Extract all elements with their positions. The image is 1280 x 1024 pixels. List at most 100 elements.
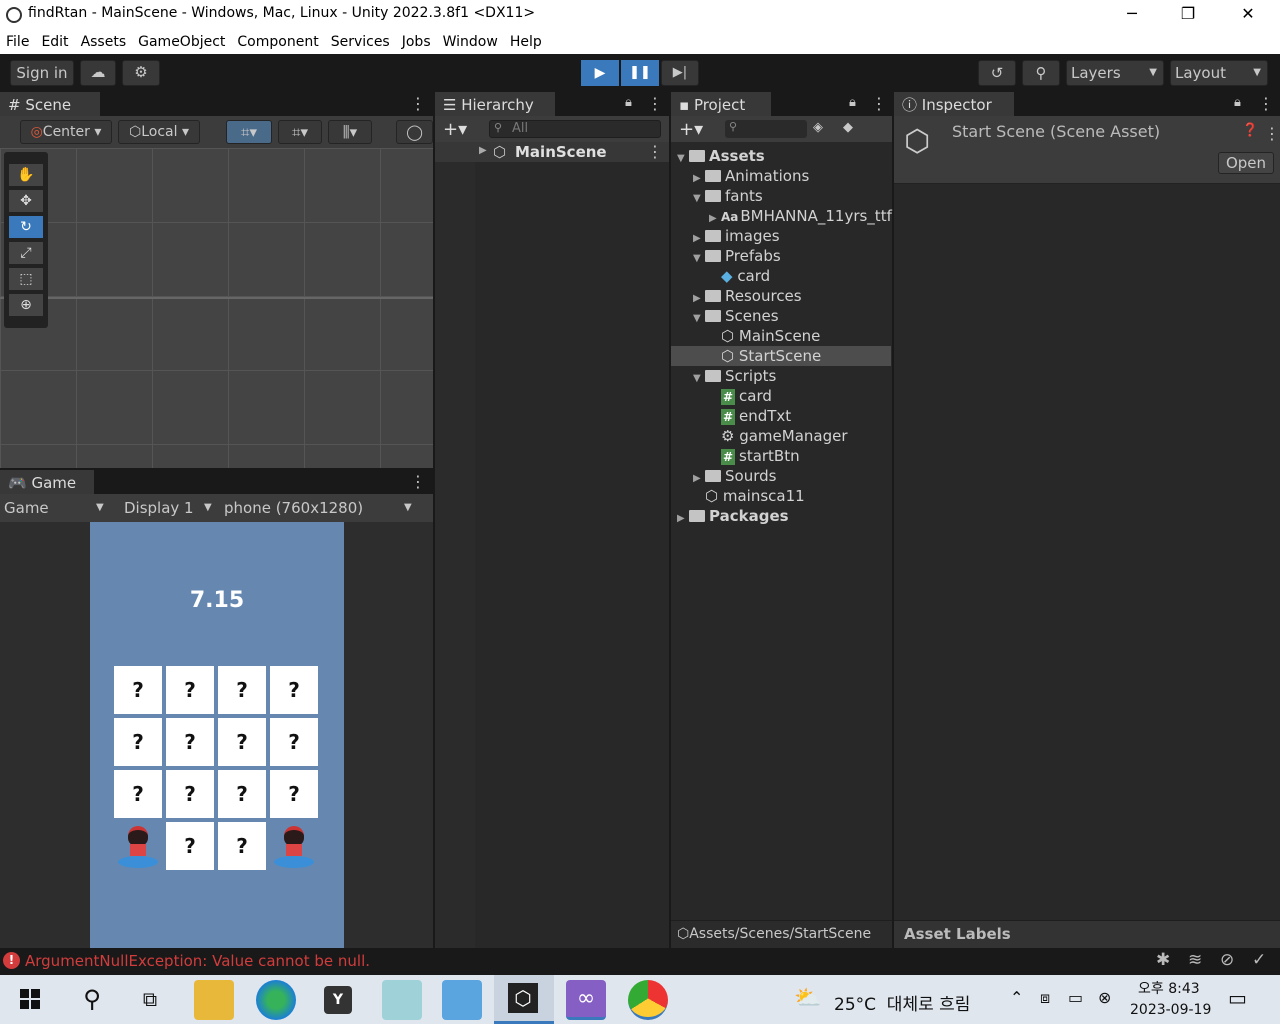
project-item[interactable]: ▼ Assets <box>671 146 891 166</box>
move-tool-icon[interactable]: ✥ <box>9 190 43 212</box>
memory-card[interactable]: ? <box>114 718 162 766</box>
project-item[interactable]: ⚙ gameManager <box>671 426 891 446</box>
project-search-input[interactable]: ⚲ <box>725 120 807 138</box>
memory-card[interactable]: ? <box>114 770 162 818</box>
network-icon[interactable]: ▭ <box>1068 988 1083 1007</box>
more-options-icon[interactable]: ⋮ <box>1264 126 1280 142</box>
display-dropdown[interactable]: Display 1 ▼ <box>124 498 216 518</box>
tab-scene[interactable]: # Scene <box>0 92 100 116</box>
project-item[interactable]: # endTxt <box>671 406 891 426</box>
menu-item-file[interactable]: File <box>0 30 35 54</box>
tab-project[interactable]: ▪ Project <box>671 92 771 116</box>
chrome-icon[interactable] <box>628 980 668 1020</box>
scene-viewport[interactable] <box>0 148 433 468</box>
search-icon[interactable]: ⚲ <box>1022 60 1060 86</box>
memory-card[interactable]: ? <box>270 666 318 714</box>
lock-icon[interactable]: 🔒︎ <box>625 95 632 110</box>
grid-snap-button[interactable]: ⌗▾ <box>226 120 272 144</box>
memory-card[interactable]: ? <box>166 666 214 714</box>
project-item[interactable]: ⬡ StartScene <box>671 346 891 366</box>
menu-item-gameobject[interactable]: GameObject <box>132 30 231 54</box>
project-item[interactable]: ▼ fants <box>671 186 891 206</box>
weather-text[interactable]: 25°C 대체로 흐림 <box>834 990 970 1015</box>
check-icon[interactable]: ✓ <box>1252 950 1266 970</box>
hand-tool-icon[interactable]: ✋ <box>9 164 43 186</box>
clock-date[interactable]: 2023-09-19 <box>1130 1002 1211 1018</box>
tab-hierarchy[interactable]: ☰ Hierarchy <box>435 92 555 116</box>
menu-item-window[interactable]: Window <box>437 30 504 54</box>
memory-card[interactable]: ? <box>166 770 214 818</box>
rotate-tool-icon[interactable]: ↻ <box>9 216 43 238</box>
grid-visibility-button[interactable]: ⌗▾ <box>278 120 322 144</box>
windows-start-icon[interactable] <box>20 989 40 1009</box>
project-item[interactable]: ▶ Packages <box>671 506 891 526</box>
close-button[interactable]: ✕ <box>1225 0 1271 30</box>
layout-dropdown[interactable]: Layout ▼ <box>1170 60 1268 86</box>
pivot-center-dropdown[interactable]: ◎Center ▾ <box>20 120 112 144</box>
settings-icon[interactable]: ⚙ <box>122 60 160 86</box>
memory-card[interactable]: ? <box>218 718 266 766</box>
menu-item-services[interactable]: Services <box>325 30 396 54</box>
memory-card[interactable]: ? <box>218 666 266 714</box>
notification-icon[interactable]: ▭ <box>1228 986 1247 1010</box>
project-item[interactable]: # startBtn <box>671 446 891 466</box>
project-item[interactable]: ⬡ mainsca11 <box>671 486 891 506</box>
tab-game[interactable]: 🎮 Game <box>0 470 94 494</box>
edge-browser-icon[interactable] <box>256 980 296 1020</box>
help-icon[interactable]: ❓ <box>1242 123 1258 138</box>
bake-icon[interactable]: ⊘ <box>1220 950 1234 970</box>
rect-tool-icon[interactable]: ⬚ <box>9 268 43 290</box>
lock-icon[interactable]: 🔒︎ <box>1234 95 1241 110</box>
hierarchy-search-input[interactable]: ⚲ All <box>489 120 661 138</box>
filter-label-icon[interactable]: ◆ <box>843 120 853 135</box>
step-button[interactable]: ▶| <box>661 60 699 86</box>
hierarchy-item-mainscene[interactable]: ▶ ⬡ MainScene ⋮ <box>435 142 669 162</box>
lock-icon[interactable]: 🔒︎ <box>849 95 856 110</box>
rtan-character-image[interactable] <box>270 822 318 870</box>
file-explorer-icon[interactable] <box>194 980 234 1020</box>
search-icon[interactable]: ⚲ <box>72 980 112 1020</box>
more-options-icon[interactable]: ⋮ <box>410 96 426 112</box>
sign-in-button[interactable]: Sign in <box>10 60 74 86</box>
volume-muted-icon[interactable]: ⊗ <box>1098 988 1111 1007</box>
menu-item-component[interactable]: Component <box>231 30 324 54</box>
increment-snap-button[interactable]: ⫼▾ <box>328 120 372 144</box>
control-panel-icon[interactable] <box>442 980 482 1020</box>
notepad-icon[interactable] <box>382 980 422 1020</box>
play-button[interactable]: ▶ <box>581 60 619 86</box>
pause-button[interactable]: ❚❚ <box>621 60 659 86</box>
memory-card[interactable]: ? <box>270 770 318 818</box>
asset-labels-header[interactable]: Asset Labels <box>894 920 1280 948</box>
resolution-dropdown[interactable]: phone (760x1280) ▼ <box>224 498 420 518</box>
project-item[interactable]: ▶ Aa BMHANNA_11yrs_ttf <box>671 206 892 226</box>
add-icon[interactable]: +▾ <box>443 119 467 140</box>
more-options-icon[interactable]: ⋮ <box>647 96 663 112</box>
project-item[interactable]: ◆ card <box>671 266 891 286</box>
memory-card[interactable]: ? <box>166 718 214 766</box>
tab-inspector[interactable]: ⓘ Inspector <box>894 92 1014 116</box>
layers-dropdown[interactable]: Layers ▼ <box>1066 60 1164 86</box>
more-options-icon[interactable]: ⋮ <box>647 144 663 160</box>
project-item[interactable]: ▶ Resources <box>671 286 891 306</box>
minimize-button[interactable]: ─ <box>1109 0 1155 30</box>
project-item[interactable]: ▶ Sourds <box>671 466 891 486</box>
cloud-icon[interactable]: ☁ <box>80 60 116 86</box>
project-item[interactable]: ▼ Scenes <box>671 306 891 326</box>
project-item[interactable]: ▼ Scripts <box>671 366 891 386</box>
menu-item-edit[interactable]: Edit <box>35 30 74 54</box>
camera-icon[interactable]: ⧈ <box>1040 988 1050 1008</box>
game-screen[interactable]: 7.15 ?????????????? <box>90 522 344 948</box>
more-options-icon[interactable]: ⋮ <box>871 96 887 112</box>
history-icon[interactable]: ↺ <box>978 60 1016 86</box>
transform-tool-icon[interactable]: ⊕ <box>9 294 43 316</box>
memory-card[interactable]: ? <box>270 718 318 766</box>
more-options-icon[interactable]: ⋮ <box>1258 96 1274 112</box>
memory-card[interactable]: ? <box>218 822 266 870</box>
more-options-icon[interactable]: ⋮ <box>410 474 426 490</box>
chevron-up-icon[interactable]: ⌃ <box>1010 988 1023 1007</box>
draw-mode-button[interactable]: ◯ <box>396 120 433 144</box>
filter-type-icon[interactable]: ◈ <box>813 120 823 135</box>
unity-taskbar-button[interactable]: ⬡ <box>494 975 554 1024</box>
menu-item-help[interactable]: Help <box>504 30 548 54</box>
debug-icon[interactable]: ✱ <box>1156 950 1170 970</box>
